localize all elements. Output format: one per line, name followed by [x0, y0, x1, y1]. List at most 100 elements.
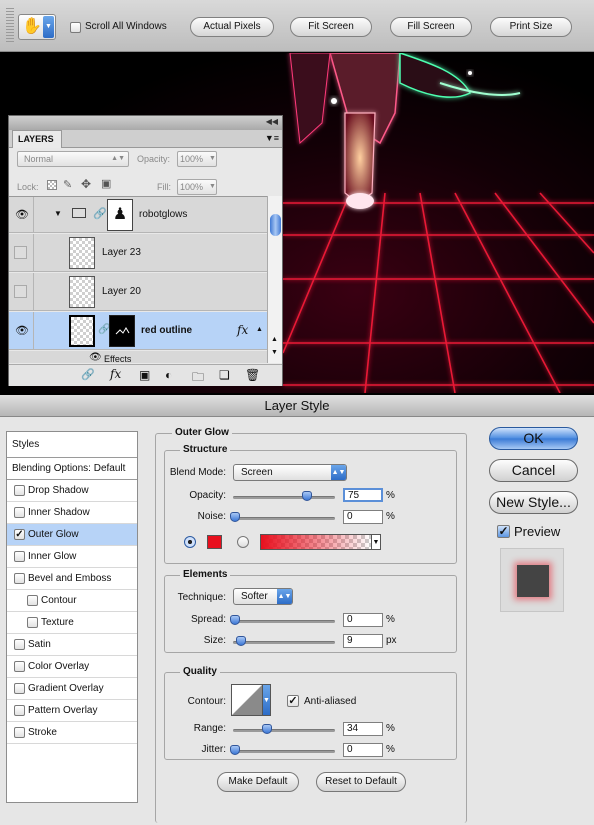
panel-titlebar[interactable]: ◀◀	[9, 116, 282, 130]
style-checkbox[interactable]	[14, 507, 25, 518]
make-default-button[interactable]: Make Default	[217, 772, 299, 792]
visibility-toggle[interactable]: 👁	[9, 197, 34, 232]
link-layers-icon[interactable]: 🔗	[81, 368, 95, 381]
eye-icon[interactable]: 👁	[89, 352, 102, 363]
noise-slider-knob[interactable]	[230, 512, 240, 522]
style-item-color-overlay[interactable]: Color Overlay	[7, 656, 137, 678]
cancel-button[interactable]: Cancel	[489, 459, 578, 482]
noise-slider[interactable]	[233, 517, 335, 520]
panel-menu-icon[interactable]: ▼≡	[265, 133, 279, 143]
style-checkbox[interactable]	[14, 661, 25, 672]
style-item-pattern-overlay[interactable]: Pattern Overlay	[7, 700, 137, 722]
layer-name[interactable]: robotglows	[139, 209, 187, 220]
technique-popup[interactable]: Softer ▲▼	[233, 588, 293, 605]
jitter-field[interactable]: 0	[343, 743, 383, 757]
new-layer-icon[interactable]: ❏	[219, 368, 230, 382]
scroll-up-icon[interactable]: ▲	[271, 336, 278, 343]
style-checkbox[interactable]	[14, 573, 25, 584]
visibility-toggle[interactable]: 👁	[9, 312, 34, 349]
visibility-toggle[interactable]	[9, 273, 34, 310]
jitter-slider[interactable]	[233, 750, 335, 753]
contour-picker[interactable]	[231, 684, 263, 716]
blend-mode-select[interactable]: Normal ▲▼	[17, 151, 129, 167]
scrollbar-thumb[interactable]	[270, 214, 281, 236]
gradient-dropdown-icon[interactable]: ▼	[371, 534, 381, 550]
glow-color-swatch[interactable]	[207, 535, 222, 549]
spread-field[interactable]: 0	[343, 613, 383, 627]
style-item-outer-glow[interactable]: ✓ Outer Glow	[7, 524, 137, 546]
style-checkbox[interactable]	[14, 683, 25, 694]
style-checkbox[interactable]	[14, 551, 25, 562]
layer-name[interactable]: red outline	[141, 325, 192, 336]
spread-slider[interactable]	[233, 620, 335, 623]
layer-thumbnail[interactable]	[69, 276, 95, 308]
new-style-button[interactable]: New Style...	[489, 491, 578, 514]
ok-button[interactable]: OK	[489, 427, 578, 450]
styles-header[interactable]: Styles	[7, 432, 137, 458]
scroll-down-icon[interactable]: ▼	[271, 349, 278, 356]
chevron-down-icon[interactable]: ▼	[43, 16, 54, 38]
style-item-bevel-and-emboss[interactable]: Bevel and Emboss	[7, 568, 137, 590]
solid-color-radio[interactable]	[184, 536, 196, 548]
style-checkbox[interactable]	[27, 595, 38, 606]
collapse-icon[interactable]: ◀◀	[266, 117, 278, 126]
style-item-stroke[interactable]: Stroke	[7, 722, 137, 744]
opacity-slider-knob[interactable]	[301, 491, 312, 501]
style-item-gradient-overlay[interactable]: Gradient Overlay	[7, 678, 137, 700]
style-item-texture[interactable]: Texture	[7, 612, 137, 634]
layer-mask-thumbnail[interactable]: ♟	[107, 199, 133, 231]
toolbar-grip[interactable]	[6, 8, 14, 44]
layer-mask-thumbnail[interactable]	[109, 315, 135, 347]
layer-name[interactable]: Layer 23	[102, 247, 141, 258]
size-field[interactable]: 9	[343, 634, 383, 648]
style-checkbox[interactable]	[14, 485, 25, 496]
fit-screen-button[interactable]: Fit Screen	[290, 17, 372, 37]
blending-options-item[interactable]: Blending Options: Default	[7, 458, 137, 480]
lock-position-icon[interactable]: ✥	[81, 177, 91, 191]
range-slider-knob[interactable]	[262, 724, 272, 734]
layer-thumbnail[interactable]	[69, 315, 95, 347]
add-mask-icon[interactable]: ▣	[139, 368, 150, 382]
layer-row-layer-23[interactable]: Layer 23	[9, 234, 267, 272]
size-slider-knob[interactable]	[236, 636, 246, 646]
actual-pixels-button[interactable]: Actual Pixels	[190, 17, 274, 37]
print-size-button[interactable]: Print Size	[490, 17, 572, 37]
style-item-satin[interactable]: Satin	[7, 634, 137, 656]
layer-row-layer-20[interactable]: Layer 20	[9, 273, 267, 311]
visibility-toggle[interactable]	[9, 234, 34, 271]
fx-icon[interactable]: fx	[237, 323, 248, 337]
opacity-field[interactable]: 75	[343, 488, 383, 502]
opacity-dropdown-icon[interactable]: ▼	[209, 152, 217, 166]
layer-name[interactable]: Layer 20	[102, 286, 141, 297]
glow-gradient-picker[interactable]	[260, 534, 372, 550]
fill-dropdown-icon[interactable]: ▼	[209, 180, 217, 194]
preview-checkbox[interactable]: ✓	[497, 525, 510, 538]
adjustment-layer-icon[interactable]: ◐	[165, 368, 172, 382]
new-group-icon[interactable]: 🗀	[192, 368, 204, 389]
style-checkbox[interactable]	[27, 617, 38, 628]
disclosure-triangle-icon[interactable]: ▼	[54, 209, 62, 218]
layer-row-robotglows[interactable]: 👁 ▼ 🔗 ♟ robotglows	[9, 197, 267, 233]
spread-slider-knob[interactable]	[230, 615, 240, 625]
style-item-drop-shadow[interactable]: Drop Shadow	[7, 480, 137, 502]
reset-to-default-button[interactable]: Reset to Default	[316, 772, 406, 792]
trash-icon[interactable]: 🗑	[245, 368, 260, 382]
effects-row[interactable]: 👁 Effects	[9, 351, 267, 363]
gradient-radio[interactable]	[237, 536, 249, 548]
style-checkbox[interactable]: ✓	[14, 529, 25, 540]
contour-dropdown-icon[interactable]: ▼	[262, 684, 271, 716]
style-item-inner-shadow[interactable]: Inner Shadow	[7, 502, 137, 524]
range-field[interactable]: 34	[343, 722, 383, 736]
style-item-contour[interactable]: Contour	[7, 590, 137, 612]
add-style-icon[interactable]: fx	[110, 367, 121, 381]
size-slider[interactable]	[233, 641, 335, 644]
layer-row-red-outline[interactable]: 👁 🔗 red outline fx ▲	[9, 312, 267, 350]
jitter-slider-knob[interactable]	[230, 745, 240, 755]
dialog-title[interactable]: Layer Style	[0, 395, 594, 417]
tool-preset-picker[interactable]: ✋ ▼	[18, 14, 56, 40]
layer-thumbnail[interactable]	[69, 237, 95, 269]
fill-screen-button[interactable]: Fill Screen	[390, 17, 472, 37]
style-checkbox[interactable]	[14, 639, 25, 650]
scroll-all-windows-checkbox[interactable]	[70, 22, 81, 33]
range-slider[interactable]	[233, 729, 335, 732]
